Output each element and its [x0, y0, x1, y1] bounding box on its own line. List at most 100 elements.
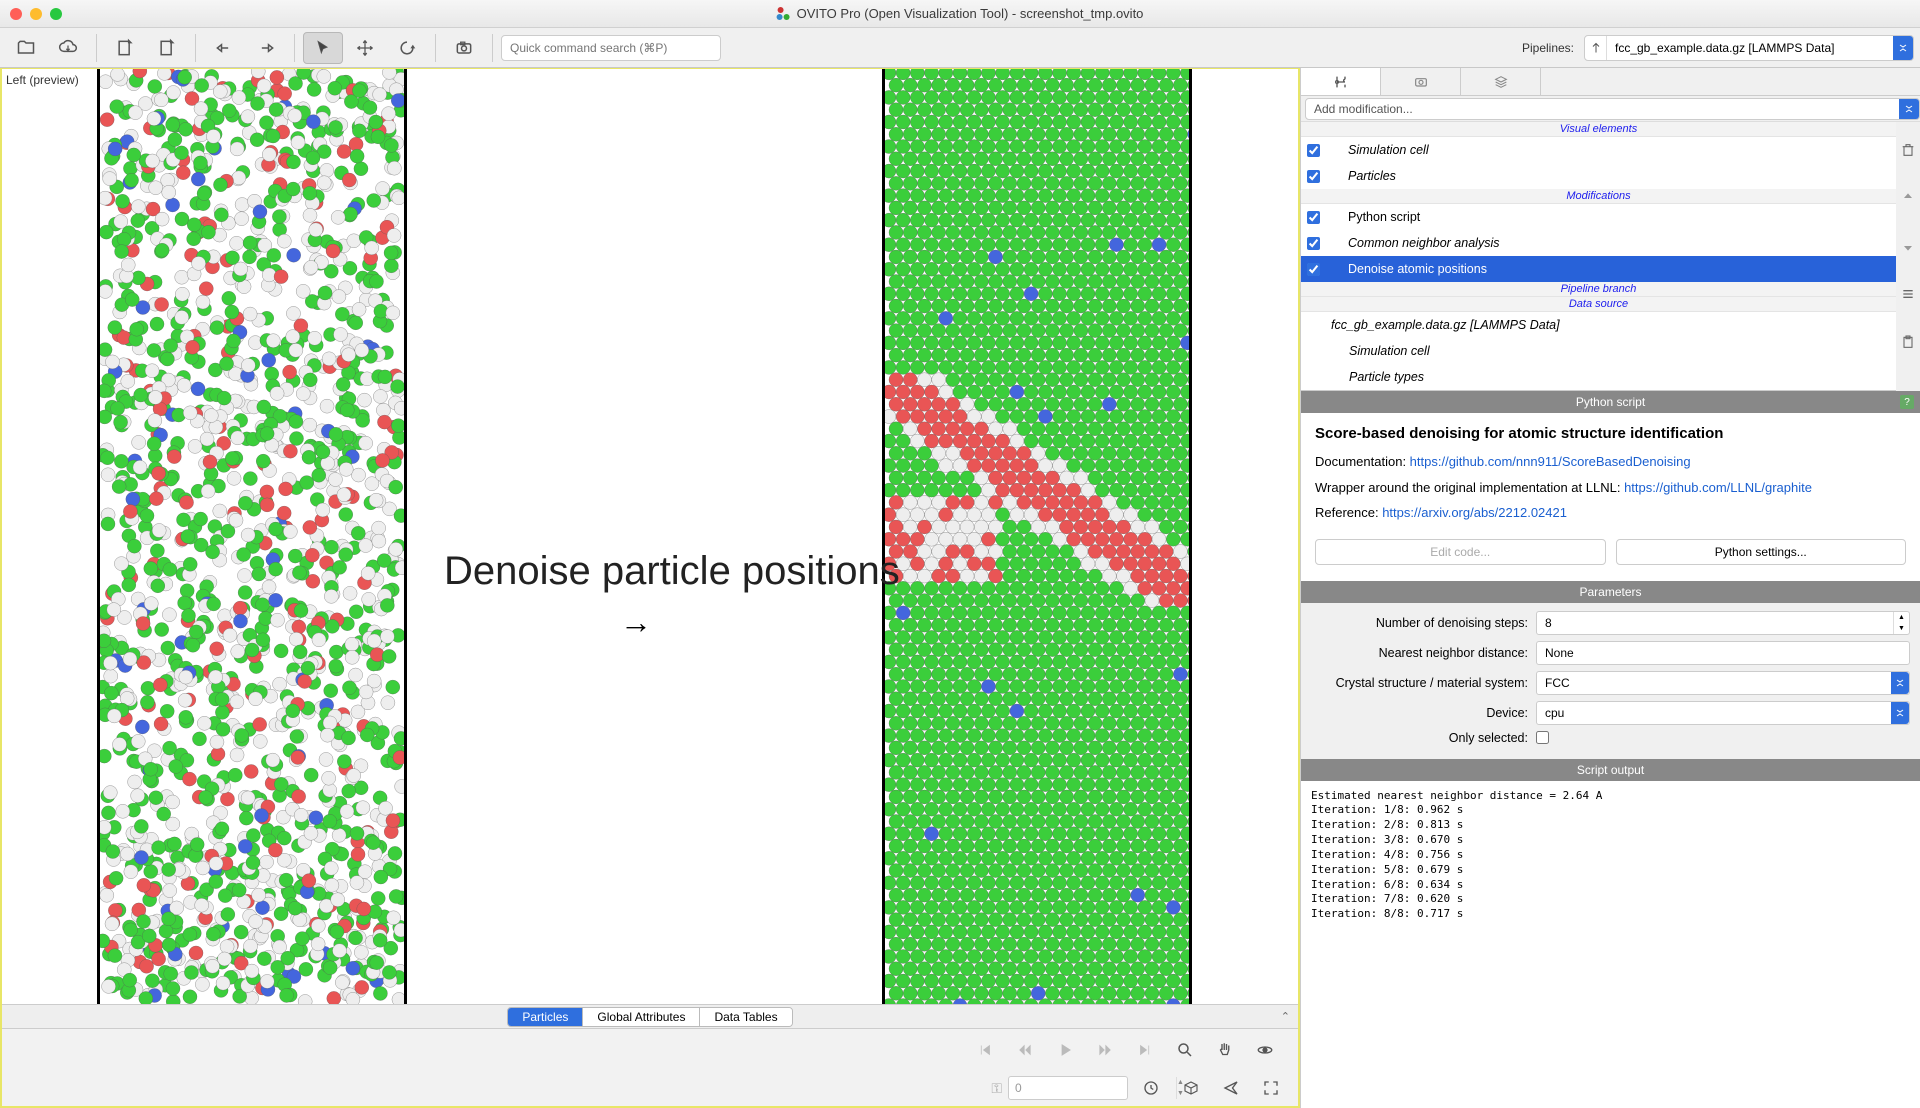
new-pipeline-button[interactable]	[105, 32, 145, 64]
move-up-icon[interactable]	[1900, 190, 1916, 206]
enable-checkbox[interactable]	[1307, 263, 1320, 276]
device-label: Device:	[1311, 706, 1536, 720]
denoise-caption: Denoise particle positions	[444, 549, 900, 594]
bottom-tabs: Particles Global Attributes Data Tables …	[2, 1004, 1298, 1028]
rotate-tool-button[interactable]	[387, 32, 427, 64]
orbit-button[interactable]	[1248, 1035, 1282, 1065]
app-logo-icon	[777, 7, 791, 21]
section-pipeline-branch: Pipeline branch	[1301, 282, 1896, 297]
tab-render[interactable]	[1381, 68, 1461, 95]
section-visual-elements: Visual elements	[1301, 122, 1896, 137]
tree-item-ds-simulation-cell[interactable]: Simulation cell	[1301, 338, 1896, 364]
close-window-button[interactable]	[10, 8, 22, 20]
parameters-panel: Number of denoising steps: 8▲▼ Nearest n…	[1301, 603, 1920, 759]
play-button[interactable]	[1048, 1035, 1082, 1065]
viewport-canvas: Denoise particle positions →	[2, 69, 1298, 1004]
steps-input[interactable]: 8▲▼	[1536, 611, 1910, 635]
script-output-header: Script output	[1301, 759, 1920, 781]
tree-item-data-file[interactable]: fcc_gb_example.data.gz [LAMMPS Data]	[1301, 312, 1896, 338]
move-tool-button[interactable]	[345, 32, 385, 64]
tree-item-denoise[interactable]: Denoise atomic positions	[1301, 256, 1896, 282]
window-controls	[10, 8, 62, 20]
tab-overlays[interactable]	[1461, 68, 1541, 95]
playback-toolbar-2: ⚿ ▲▼	[2, 1070, 1298, 1106]
add-modification-dropdown[interactable]: Add modification...	[1305, 98, 1920, 120]
particle-view-after	[882, 69, 1192, 1004]
visibility-checkbox[interactable]	[1307, 170, 1320, 183]
list-icon[interactable]	[1900, 286, 1916, 302]
tree-side-actions	[1896, 122, 1920, 391]
tree-item-particles[interactable]: Particles	[1301, 163, 1896, 189]
steps-label: Number of denoising steps:	[1311, 616, 1536, 630]
python-script-header: Python script ?	[1301, 391, 1920, 413]
nn-input[interactable]: None	[1536, 641, 1910, 665]
edit-code-button[interactable]: Edit code...	[1315, 539, 1606, 565]
time-config-button[interactable]	[1134, 1073, 1168, 1103]
tree-item-python-script[interactable]: Python script	[1301, 204, 1896, 230]
select-tool-button[interactable]	[303, 32, 343, 64]
only-selected-checkbox[interactable]	[1536, 731, 1549, 744]
wrapper-link[interactable]: https://github.com/LLNL/graphite	[1624, 480, 1812, 495]
delete-icon[interactable]	[1900, 142, 1916, 158]
fullscreen-button[interactable]	[1254, 1073, 1288, 1103]
tab-particles[interactable]: Particles	[508, 1008, 583, 1026]
pipeline-tree: Visual elements Simulation cell Particle…	[1301, 122, 1896, 391]
crystal-select[interactable]: FCC	[1536, 671, 1910, 695]
add-modification-row: Add modification...	[1301, 96, 1920, 122]
viewport-label: Left (preview)	[6, 73, 79, 87]
playback-toolbar	[2, 1028, 1298, 1070]
reference-link[interactable]: https://arxiv.org/abs/2212.02421	[1382, 505, 1567, 520]
goto-first-frame-button[interactable]	[968, 1035, 1002, 1065]
prev-frame-button[interactable]	[1008, 1035, 1042, 1065]
main-toolbar: Pipelines: fcc_gb_example.data.gz [LAMMP…	[0, 28, 1920, 68]
open-file-button[interactable]	[6, 32, 46, 64]
documentation-link[interactable]: https://github.com/nnn911/ScoreBasedDeno…	[1410, 454, 1691, 469]
tree-item-simulation-cell[interactable]: Simulation cell	[1301, 137, 1896, 163]
tree-item-cna[interactable]: Common neighbor analysis	[1301, 230, 1896, 256]
enable-checkbox[interactable]	[1307, 237, 1320, 250]
download-remote-button[interactable]	[48, 32, 88, 64]
pan-button[interactable]	[1208, 1035, 1242, 1065]
section-data-source: Data source	[1301, 297, 1896, 312]
clipboard-icon[interactable]	[1900, 334, 1916, 350]
maximize-window-button[interactable]	[50, 8, 62, 20]
help-icon[interactable]: ?	[1900, 395, 1914, 409]
dropdown-arrow-icon	[1893, 36, 1913, 60]
right-panel-tabs	[1301, 68, 1920, 96]
zoom-button[interactable]	[1168, 1035, 1202, 1065]
pipelines-label: Pipelines:	[1522, 41, 1574, 55]
particle-view-before	[97, 69, 407, 1004]
undo-button[interactable]	[204, 32, 244, 64]
pipeline-selector[interactable]: fcc_gb_example.data.gz [LAMMPS Data]	[1584, 35, 1914, 61]
visibility-checkbox[interactable]	[1307, 144, 1320, 157]
cube-view-button[interactable]	[1174, 1073, 1208, 1103]
save-file-button[interactable]	[147, 32, 187, 64]
tab-data-tables[interactable]: Data Tables	[700, 1008, 791, 1026]
main-area: Left (preview) Denoise particle position…	[0, 68, 1920, 1108]
script-output-text: Estimated nearest neighbor distance = 2.…	[1301, 781, 1920, 1108]
tab-global-attributes[interactable]: Global Attributes	[583, 1008, 700, 1026]
enable-checkbox[interactable]	[1307, 211, 1320, 224]
modifier-title: Score-based denoising for atomic structu…	[1315, 425, 1906, 442]
tree-item-ds-particle-types[interactable]: Particle types	[1301, 364, 1896, 390]
viewport-area: Left (preview) Denoise particle position…	[0, 68, 1300, 1108]
frame-number-input[interactable]: ▲▼	[1008, 1076, 1128, 1100]
move-down-icon[interactable]	[1900, 238, 1916, 254]
next-frame-button[interactable]	[1088, 1035, 1122, 1065]
section-modifications: Modifications	[1301, 189, 1896, 204]
goto-last-frame-button[interactable]	[1128, 1035, 1162, 1065]
minimize-window-button[interactable]	[30, 8, 42, 20]
collapse-panel-icon[interactable]: ⌃	[1281, 1010, 1290, 1023]
window-titlebar: OVITO Pro (Open Visualization Tool) - sc…	[0, 0, 1920, 28]
crystal-label: Crystal structure / material system:	[1311, 676, 1536, 690]
command-search-input[interactable]	[501, 35, 721, 61]
add-modification-label: Add modification...	[1306, 102, 1899, 116]
render-button[interactable]	[444, 32, 484, 64]
python-settings-button[interactable]: Python settings...	[1616, 539, 1907, 565]
device-select[interactable]: cpu	[1536, 701, 1910, 725]
send-button[interactable]	[1214, 1073, 1248, 1103]
viewport[interactable]: Left (preview) Denoise particle position…	[2, 69, 1298, 1004]
tab-pipeline[interactable]	[1301, 68, 1381, 95]
parameters-header: Parameters	[1301, 581, 1920, 603]
redo-button[interactable]	[246, 32, 286, 64]
